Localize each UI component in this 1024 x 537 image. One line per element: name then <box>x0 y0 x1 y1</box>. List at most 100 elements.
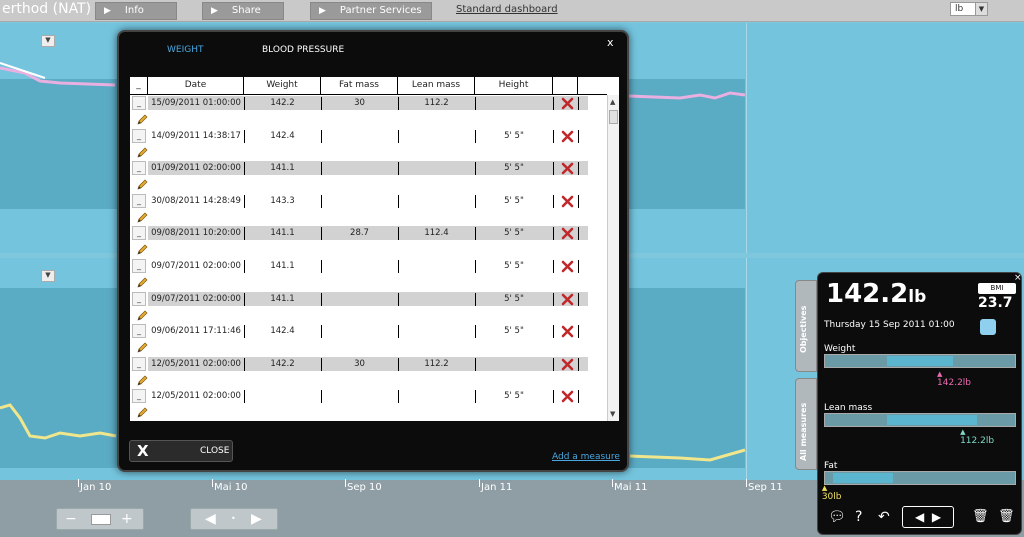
partner-services-button[interactable]: ▶ Partner Services <box>310 2 432 20</box>
fat-metric-value: 30lb <box>821 492 842 502</box>
cell-height: 5' 5" <box>504 130 524 141</box>
axis-tick: Sep 11 <box>746 479 783 493</box>
undo-icon[interactable]: ↶ <box>878 509 890 525</box>
cell-separator <box>475 129 476 143</box>
delete-row-icon[interactable] <box>561 325 574 338</box>
scroll-thumb[interactable] <box>609 110 618 124</box>
help-icon[interactable]: ? <box>855 509 862 525</box>
delete-row-icon[interactable] <box>561 260 574 273</box>
row-collapse-button[interactable]: _ <box>132 128 146 143</box>
column-header-weight: Weight <box>244 77 321 95</box>
row-collapse-button[interactable]: _ <box>132 226 146 241</box>
measure-date: Thursday 15 Sep 2011 01:00 <box>824 320 955 330</box>
scroll-up-icon[interactable]: ▲ <box>610 98 615 106</box>
cell-separator <box>244 357 245 371</box>
row-collapse-button[interactable]: _ <box>132 161 146 176</box>
tab-all-measures[interactable]: All measures <box>795 378 817 470</box>
add-measure-link[interactable]: Add a measure <box>552 452 620 462</box>
row-collapse-button[interactable]: _ <box>132 389 146 404</box>
cell-lean <box>398 293 475 307</box>
lean-mass-metric-label: Lean mass <box>824 403 873 413</box>
cell-separator <box>578 390 579 404</box>
delete-all-icon[interactable]: 🗑︎ <box>998 509 1015 524</box>
cell-separator <box>578 325 579 339</box>
edit-pencil-icon[interactable] <box>137 309 149 321</box>
cell-separator <box>398 325 399 339</box>
tab-blood-pressure[interactable]: BLOOD PRESSURE <box>262 45 344 55</box>
share-label: Share <box>231 5 261 16</box>
cell-separator <box>578 292 579 306</box>
cell-weight: 142.2 <box>270 98 295 108</box>
cell-fat <box>321 195 398 209</box>
table-row: _ 14/09/2011 14:38:17 142.4 5' 5" <box>130 128 607 161</box>
share-button[interactable]: ▶ Share <box>202 2 284 20</box>
info-button[interactable]: ▶ Info <box>95 2 177 20</box>
fat-line-right <box>629 448 746 462</box>
calendar-icon[interactable] <box>91 514 111 525</box>
row-collapse-button[interactable]: _ <box>132 291 146 306</box>
delete-row-icon[interactable] <box>561 97 574 110</box>
edit-pencil-icon[interactable] <box>137 146 149 158</box>
cell-fat: 30 <box>354 98 365 108</box>
panel-close-icon[interactable]: × <box>1014 273 1022 283</box>
edit-pencil-icon[interactable] <box>137 211 149 223</box>
cell-separator <box>398 97 399 110</box>
axis-tick: Mai 11 <box>611 479 648 493</box>
chart-options-dropdown[interactable]: ▼ <box>41 35 55 47</box>
delete-row-icon[interactable] <box>561 162 574 175</box>
next-button[interactable]: ▶ <box>932 510 941 524</box>
close-icon[interactable]: x <box>607 36 614 49</box>
fat-metric-bar <box>824 471 1016 485</box>
edit-pencil-icon[interactable] <box>137 341 149 353</box>
delete-row-icon[interactable] <box>561 293 574 306</box>
row-collapse-button[interactable]: _ <box>132 193 146 208</box>
cell-fat <box>321 130 398 144</box>
cell-separator <box>553 292 554 306</box>
cell-weight: 141.1 <box>270 228 295 239</box>
edit-pencil-icon[interactable] <box>137 113 149 125</box>
zoom-out-button[interactable]: − <box>65 509 77 529</box>
previous-button[interactable]: ◀ <box>915 510 924 524</box>
twitter-icon[interactable] <box>980 319 996 335</box>
bmi-value: 23.7 <box>978 295 1013 311</box>
cell-separator <box>475 227 476 241</box>
delete-row-icon[interactable] <box>561 358 574 371</box>
pan-left-button[interactable]: ◀ <box>205 509 216 529</box>
standard-dashboard-link[interactable]: Standard dashboard <box>456 4 558 15</box>
pan-reset-button[interactable]: • <box>231 509 236 529</box>
cell-separator <box>244 292 245 306</box>
close-button[interactable]: X CLOSE <box>129 440 233 462</box>
delete-icon[interactable]: 🗑︎ <box>972 509 989 524</box>
edit-pencil-icon[interactable] <box>137 178 149 190</box>
cell-separator <box>553 390 554 404</box>
row-collapse-button[interactable]: _ <box>132 258 146 273</box>
table-row: _ 15/09/2011 01:00:00 142.2 30 112.2 <box>130 95 607 128</box>
cell-separator <box>321 97 322 110</box>
column-header-height: Height <box>475 77 553 95</box>
cell-fat: 30 <box>354 358 365 369</box>
pan-right-button[interactable]: ▶ <box>251 509 262 529</box>
delete-row-icon[interactable] <box>561 390 574 403</box>
row-collapse-button[interactable]: _ <box>132 324 146 339</box>
tab-weight[interactable]: WEIGHT <box>167 45 203 55</box>
edit-pencil-icon[interactable] <box>137 406 149 418</box>
cell-separator <box>321 325 322 339</box>
edit-pencil-icon[interactable] <box>137 243 149 255</box>
row-collapse-button[interactable]: _ <box>132 96 146 110</box>
edit-pencil-icon[interactable] <box>137 276 149 288</box>
comment-icon[interactable]: 💬︎ <box>828 509 846 525</box>
chart-options-dropdown[interactable]: ▼ <box>41 270 55 282</box>
delete-row-icon[interactable] <box>561 195 574 208</box>
delete-row-icon[interactable] <box>561 227 574 240</box>
zoom-in-button[interactable]: + <box>121 509 133 529</box>
cell-weight: 142.2 <box>270 358 295 369</box>
unit-select[interactable]: lb ▼ <box>950 2 988 16</box>
delete-row-icon[interactable] <box>561 130 574 143</box>
cell-separator <box>553 162 554 176</box>
table-scrollbar[interactable]: ▲ ▼ <box>607 95 619 421</box>
edit-pencil-icon[interactable] <box>137 374 149 386</box>
scroll-down-icon[interactable]: ▼ <box>610 410 615 418</box>
cell-separator <box>578 162 579 176</box>
tab-objectives[interactable]: Objectives <box>795 280 817 372</box>
row-collapse-button[interactable]: _ <box>132 356 146 371</box>
